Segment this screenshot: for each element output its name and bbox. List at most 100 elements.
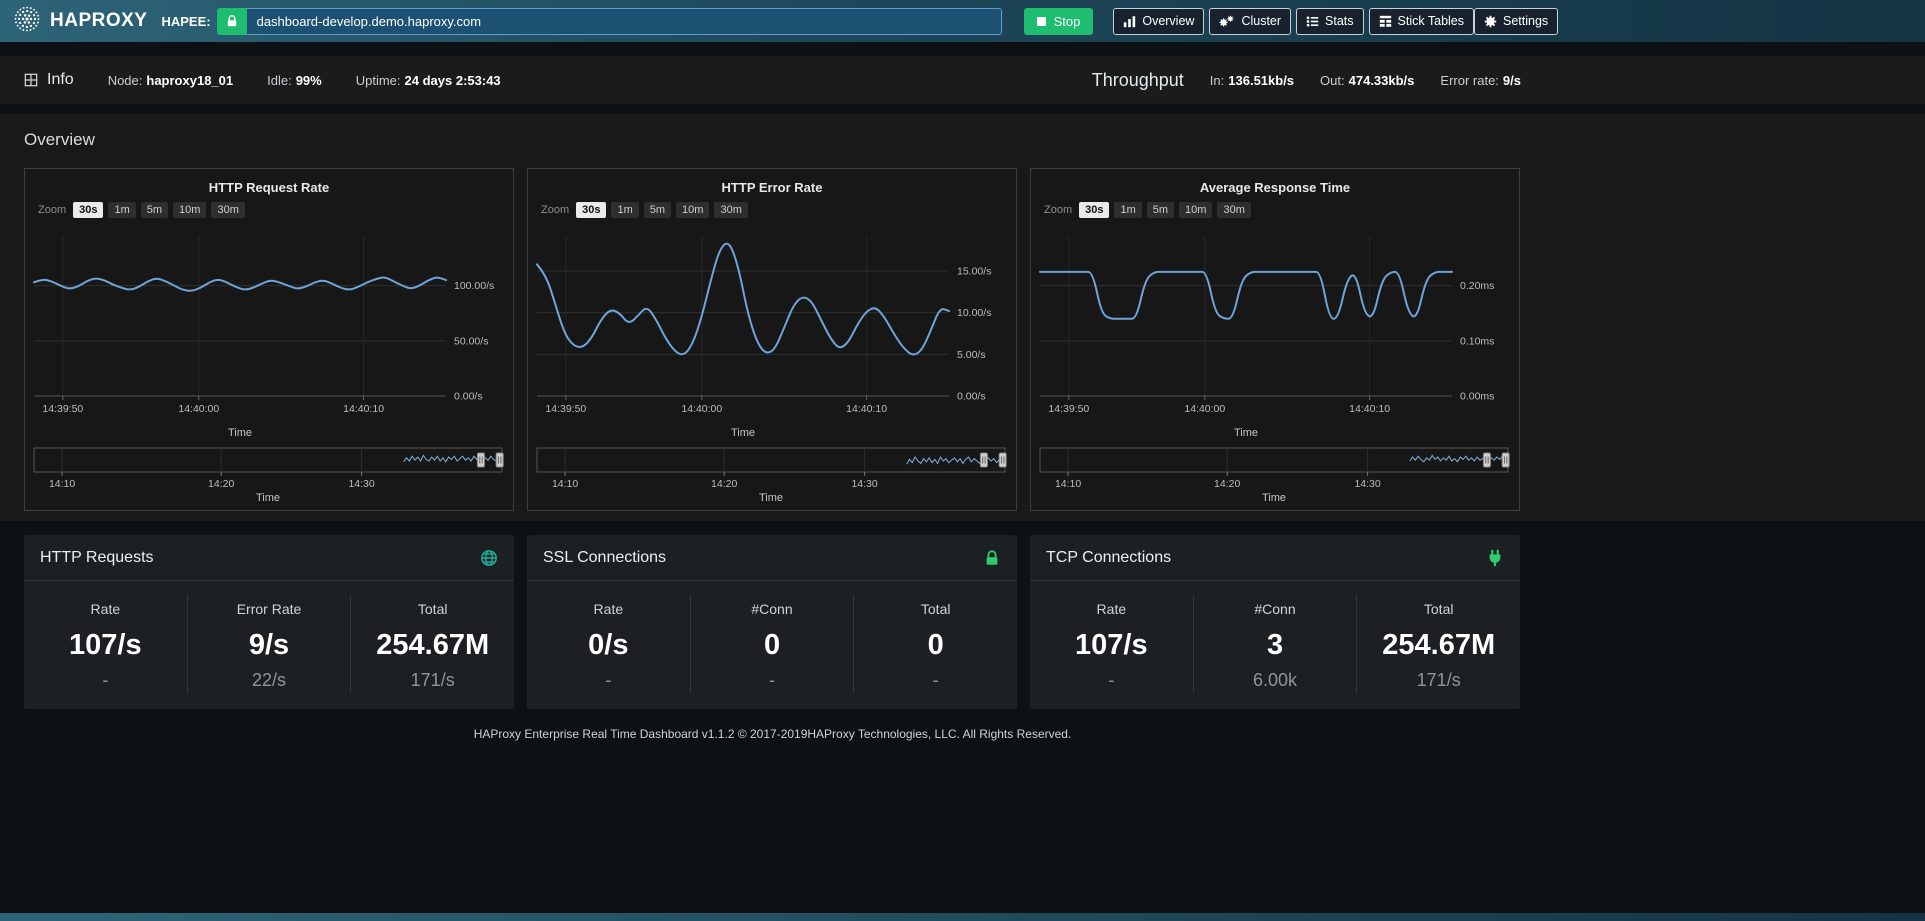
error-rate-field: Error rate:9/s [1440,73,1521,88]
stick-tables-button[interactable]: Stick Tables [1369,8,1474,35]
zoom-30s-button[interactable]: 30s [576,202,606,218]
cluster-button[interactable]: Cluster [1209,8,1291,35]
http-request-rate-navigator[interactable]: 14:1014:2014:30Time [30,445,508,505]
svg-text:14:20: 14:20 [711,478,737,490]
svg-text:14:39:50: 14:39:50 [1048,403,1089,415]
metric-rate: Rate 0/s - [527,595,691,693]
svg-text:14:10: 14:10 [49,478,75,490]
throughput-out-field: Out:474.33kb/s [1320,73,1414,88]
zoom-30s-button[interactable]: 30s [1079,202,1109,218]
card-title: SSL Connections [543,549,666,567]
zoom-10m-button[interactable]: 10m [173,202,206,218]
http-error-rate-navigator[interactable]: 14:1014:2014:30Time [533,445,1011,505]
zoom-5m-button[interactable]: 5m [1147,202,1174,218]
zoom-30m-button[interactable]: 30m [211,202,244,218]
svg-text:0.10ms: 0.10ms [1460,335,1494,347]
uptime-field: Uptime:24 days 2:53:43 [356,73,501,88]
zoom-1m-button[interactable]: 1m [108,202,135,218]
bottom-accent-bar [0,913,1925,921]
card-title: TCP Connections [1046,549,1171,567]
info-title[interactable]: Info [24,71,74,89]
card-ssl-connections: SSL Connections Rate 0/s - #Conn 0 - [527,535,1017,709]
nav-buttons: Overview Cluster Stats Stick Tables [1113,8,1474,35]
zoom-controls: Zoom 30s 1m 5m 10m 30m [533,202,1011,218]
settings-button[interactable]: Settings [1474,8,1558,35]
chart-panel-average-response-time: Average Response Time Zoom 30s 1m 5m 10m… [1030,168,1520,511]
svg-text:14:30: 14:30 [851,478,877,490]
zoom-1m-button[interactable]: 1m [1114,202,1141,218]
metric-rate: Rate 107/s - [24,595,188,693]
metric-total: Total 254.67M 171/s [1357,595,1520,693]
globe-icon [480,549,498,567]
chart-title: Average Response Time [1036,180,1514,195]
stick-tables-button-label: Stick Tables [1398,14,1464,28]
average-response-time-chart[interactable]: 0.00ms0.10ms0.20ms14:39:5014:40:0014:40:… [1036,226,1514,440]
url-input[interactable] [247,8,1002,35]
zoom-10m-button[interactable]: 10m [1179,202,1212,218]
card-title: HTTP Requests [40,549,154,567]
zoom-5m-button[interactable]: 5m [644,202,671,218]
zoom-label: Zoom [38,204,66,216]
zoom-10m-button[interactable]: 10m [676,202,709,218]
zoom-5m-button[interactable]: 5m [141,202,168,218]
overview-title: Overview [24,130,1521,150]
lock-icon [983,549,1001,567]
http-error-rate-chart[interactable]: 0.00/s5.00/s10.00/s15.00/s14:39:5014:40:… [533,226,1011,440]
brand-name: HAPROXY [50,10,147,32]
metric-total: Total 254.67M 171/s [351,595,514,693]
svg-text:14:40:00: 14:40:00 [681,403,722,415]
svg-text:14:10: 14:10 [1055,478,1081,490]
chart-panel-http-error-rate: HTTP Error Rate Zoom 30s 1m 5m 10m 30m 0… [527,168,1017,511]
zoom-label: Zoom [541,204,569,216]
chart-title: HTTP Error Rate [533,180,1011,195]
stop-button[interactable]: Stop [1024,8,1094,35]
card-tcp-connections: TCP Connections Rate 107/s - #Conn 3 6.0… [1030,535,1520,709]
throughput-in-field: In:136.51kb/s [1210,73,1294,88]
cluster-button-label: Cluster [1241,14,1281,28]
svg-text:14:39:50: 14:39:50 [42,403,83,415]
overview-button[interactable]: Overview [1113,8,1204,35]
svg-text:Time: Time [1262,492,1286,504]
svg-text:14:20: 14:20 [208,478,234,490]
top-navbar: HAPROXY HAPEE: Stop Overview [0,0,1925,42]
svg-text:15.00/s: 15.00/s [957,266,991,278]
info-grid-icon [24,73,38,87]
svg-text:0.20ms: 0.20ms [1460,280,1494,292]
metric-total: Total 0 - [854,595,1017,693]
lock-icon [217,8,247,35]
haproxy-logo-icon [12,4,42,39]
average-response-time-navigator[interactable]: 14:1014:2014:30Time [1036,445,1514,505]
zoom-1m-button[interactable]: 1m [611,202,638,218]
zoom-label: Zoom [1044,204,1072,216]
stop-square-icon [1037,17,1046,26]
svg-text:Time: Time [256,492,280,504]
stats-button[interactable]: Stats [1296,8,1364,35]
svg-text:Time: Time [1234,427,1258,439]
node-info: Info Node:haproxy18_01 Idle:99% Uptime:2… [24,71,501,89]
footer-text: HAProxy Enterprise Real Time Dashboard v… [24,727,1521,741]
metric-conn: #Conn 0 - [691,595,855,693]
metric-rate: Rate 107/s - [1030,595,1194,693]
svg-text:Time: Time [731,427,755,439]
gear-icon [1484,15,1497,28]
zoom-30m-button[interactable]: 30m [714,202,747,218]
zoom-controls: Zoom 30s 1m 5m 10m 30m [30,202,508,218]
settings-button-label: Settings [1503,14,1548,28]
metric-error-rate: Error Rate 9/s 22/s [188,595,352,693]
hapee-label: HAPEE: [161,14,210,29]
url-group [217,8,1002,35]
overview-button-label: Overview [1142,14,1194,28]
http-request-rate-chart[interactable]: 0.00/s50.00/s100.00/s14:39:5014:40:0014:… [30,226,508,440]
zoom-controls: Zoom 30s 1m 5m 10m 30m [1036,202,1514,218]
throughput-title: Throughput [1092,70,1184,91]
zoom-30s-button[interactable]: 30s [73,202,103,218]
chart-panel-http-request-rate: HTTP Request Rate Zoom 30s 1m 5m 10m 30m… [24,168,514,511]
overview-section: Overview HTTP Request Rate Zoom 30s 1m 5… [0,114,1925,521]
svg-text:14:20: 14:20 [1214,478,1240,490]
svg-text:14:39:50: 14:39:50 [545,403,586,415]
bar-chart-icon [1123,15,1136,28]
svg-text:14:40:10: 14:40:10 [846,403,887,415]
svg-text:Time: Time [759,492,783,504]
zoom-30m-button[interactable]: 30m [1217,202,1250,218]
metric-conn: #Conn 3 6.00k [1194,595,1358,693]
